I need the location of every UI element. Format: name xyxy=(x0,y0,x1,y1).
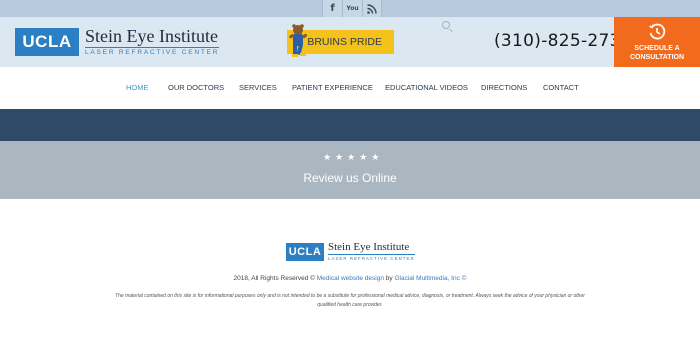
phone-number[interactable]: (310)-825-2737 xyxy=(494,31,632,51)
review-us-online-link[interactable]: Review us Online xyxy=(0,171,700,185)
logo-text: Stein Eye Institute LASER REFRACTIVE CEN… xyxy=(85,26,220,56)
disclaimer: The material contained on this site is f… xyxy=(115,293,585,308)
nav-item-contact[interactable]: CONTACT xyxy=(543,83,579,92)
star-icon: ★ xyxy=(335,153,344,163)
header: UCLA Stein Eye Institute LASER REFRACTIV… xyxy=(0,17,700,67)
nav-item-educational-videos[interactable]: EDUCATIONAL VIDEOS xyxy=(385,83,468,92)
nav-item-services[interactable]: SERVICES xyxy=(239,83,277,92)
star-icon: ★ xyxy=(323,153,332,163)
bruins-pride-label: BRUINS PRIDE xyxy=(307,36,382,48)
star-icon: ★ xyxy=(371,153,380,163)
medical-website-design-link[interactable]: Medical website design xyxy=(317,275,384,282)
review-section[interactable]: ★ ★ ★ ★ ★ Review us Online xyxy=(0,141,700,199)
ucla-badge: UCLA xyxy=(15,27,79,56)
footer-ucla-badge: UCLA xyxy=(286,242,324,261)
nav-item-directions[interactable]: DIRECTIONS xyxy=(481,83,527,92)
schedule-label-line2: CONSULTATION xyxy=(629,54,685,61)
rss-glyph xyxy=(367,3,377,14)
star-icon: ★ xyxy=(347,153,356,163)
bruin-bear-icon xyxy=(289,24,308,57)
youtube-icon[interactable]: You xyxy=(342,0,362,17)
search-icon[interactable] xyxy=(442,21,450,29)
by-text: by xyxy=(385,275,393,282)
footer-logo-title: Stein Eye Institute xyxy=(328,241,410,253)
star-icon: ★ xyxy=(359,153,368,163)
star-rating: ★ ★ ★ ★ ★ xyxy=(323,153,379,163)
nav-item-home[interactable]: HOME xyxy=(126,83,149,92)
facebook-glyph: f xyxy=(330,3,335,14)
nav-item-our-doctors[interactable]: OUR DOCTORS xyxy=(168,83,224,92)
social-strip: f You xyxy=(0,0,700,17)
clock-history-icon xyxy=(649,23,666,40)
banner-band xyxy=(0,109,700,141)
youtube-glyph: You xyxy=(346,5,359,12)
logo-title: Stein Eye Institute xyxy=(85,26,218,46)
schedule-label-line1: SCHEDULE A xyxy=(634,45,680,52)
nav-item-patient-experience[interactable]: PATIENT EXPERIENCE xyxy=(292,83,373,92)
site-logo[interactable]: UCLA Stein Eye Institute LASER REFRACTIV… xyxy=(15,26,220,56)
logo-subtitle: LASER REFRACTIVE CENTER xyxy=(85,47,220,56)
schedule-label: SCHEDULE A CONSULTATION xyxy=(630,44,684,62)
social-links: f You xyxy=(322,0,382,17)
copyright: 2018, All Rights Reserved © Medical webs… xyxy=(0,275,700,282)
facebook-icon[interactable]: f xyxy=(322,0,342,17)
footer-logo-text: Stein Eye Institute LASER REFRACTIVE CEN… xyxy=(328,242,415,261)
footer-logo[interactable]: UCLA Stein Eye Institute LASER REFRACTIV… xyxy=(286,242,415,261)
glacial-multimedia-link[interactable]: Glacial Multimedia, Inc © xyxy=(394,275,466,282)
rss-icon[interactable] xyxy=(362,0,382,17)
footer-logo-subtitle: LASER REFRACTIVE CENTER xyxy=(328,254,415,261)
main-nav: HOME OUR DOCTORS SERVICES PATIENT EXPERI… xyxy=(0,67,700,109)
copyright-text: 2018, All Rights Reserved © xyxy=(233,275,315,282)
schedule-consultation-button[interactable]: SCHEDULE A CONSULTATION xyxy=(614,17,700,67)
